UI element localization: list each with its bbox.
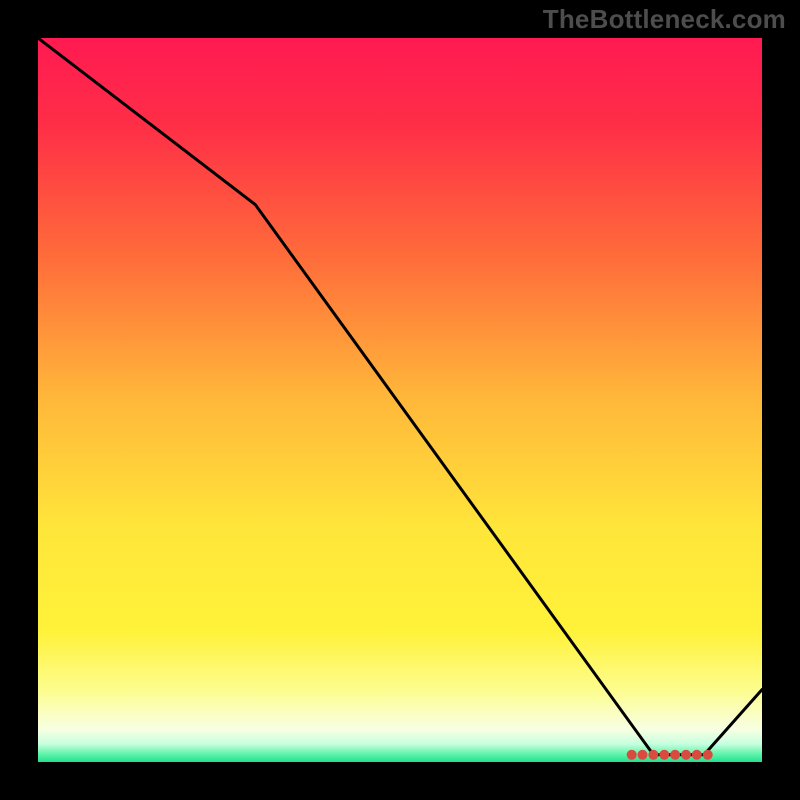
gradient-bg	[38, 38, 762, 762]
marker-dot	[638, 750, 648, 760]
marker-dot	[703, 750, 713, 760]
marker-dot	[648, 750, 658, 760]
marker-dot	[692, 750, 702, 760]
marker-dot	[627, 750, 637, 760]
chart-frame: TheBottleneck.com	[0, 0, 800, 800]
marker-dot	[670, 750, 680, 760]
watermark-text: TheBottleneck.com	[543, 4, 786, 35]
marker-dot	[659, 750, 669, 760]
plot-area	[38, 38, 762, 762]
marker-dot	[681, 750, 691, 760]
chart-svg	[38, 38, 762, 762]
